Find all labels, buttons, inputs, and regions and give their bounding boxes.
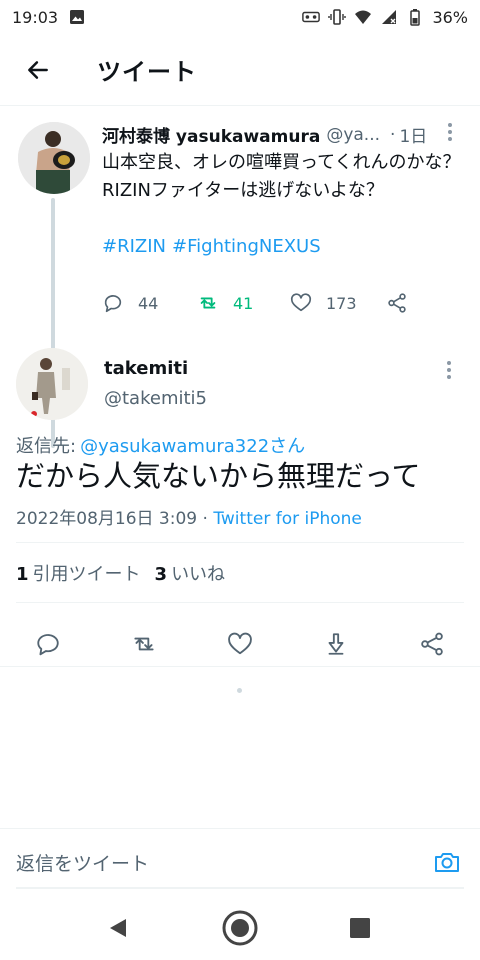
display-name[interactable]: 河村泰博 yasukawamura bbox=[102, 122, 320, 147]
reply-button[interactable] bbox=[34, 630, 62, 658]
like-button[interactable] bbox=[226, 630, 254, 658]
like-count: 3 bbox=[154, 564, 168, 585]
retweet-button[interactable] bbox=[130, 630, 158, 658]
display-name[interactable]: takemiti bbox=[104, 358, 188, 379]
separator-dot: · bbox=[390, 124, 396, 145]
parent-tweet-body: 河村泰博 yasukawamura @ya... · 1日 山本空良、オレの喧嘩… bbox=[102, 122, 462, 261]
tweet-text: だから人気ないから無理だって bbox=[16, 459, 421, 493]
tweet-source[interactable]: Twitter for iPhone bbox=[213, 509, 362, 529]
share-icon bbox=[388, 293, 406, 313]
status-time: 19:03 bbox=[12, 7, 59, 27]
battery-icon bbox=[406, 8, 424, 26]
reply-button[interactable]: 44 bbox=[102, 292, 197, 314]
app-header: ツイート bbox=[0, 34, 480, 106]
more-options-icon[interactable] bbox=[442, 122, 458, 142]
heart-icon bbox=[228, 632, 252, 655]
quote-stat[interactable]: 1 引用ツイート bbox=[16, 560, 141, 586]
signal-icon bbox=[380, 8, 398, 26]
page-title: ツイート bbox=[97, 58, 197, 86]
focused-tweet-actions bbox=[0, 616, 480, 672]
triangle-back-icon bbox=[110, 919, 126, 937]
parent-tweet-header: 河村泰博 yasukawamura @ya... · 1日 bbox=[102, 122, 462, 147]
nav-recents-button[interactable] bbox=[350, 918, 370, 942]
voicemail-icon bbox=[302, 8, 321, 26]
wifi-icon bbox=[354, 8, 372, 26]
tweet-meta: 2022年08月16日 3:09 · Twitter for iPhone bbox=[16, 504, 362, 529]
home-circle-icon bbox=[222, 910, 258, 946]
tweet-timestamp[interactable]: 2022年08月16日 3:09 bbox=[16, 509, 197, 529]
image-notification-icon bbox=[68, 8, 86, 26]
user-handle[interactable]: @takemiti5 bbox=[104, 388, 207, 409]
download-icon bbox=[328, 633, 344, 655]
retweet-icon bbox=[134, 637, 154, 651]
like-label: いいね bbox=[171, 564, 226, 585]
bookmark-download-button[interactable] bbox=[322, 630, 350, 658]
divider bbox=[16, 542, 464, 543]
square-recents-icon bbox=[350, 918, 370, 938]
hashtags: #RIZIN #FightingNEXUS bbox=[102, 233, 462, 261]
like-button[interactable]: 173 bbox=[290, 292, 386, 314]
parent-tweet-actions: 44 41 173 bbox=[102, 292, 412, 314]
heart-icon bbox=[290, 293, 312, 312]
share-button[interactable] bbox=[386, 292, 408, 314]
quote-count: 1 bbox=[16, 564, 29, 585]
tweet-text-line: RIZINファイターは逃げないよな？ bbox=[102, 180, 384, 201]
tweet-stats: 1 引用ツイート 3 いいね bbox=[16, 560, 225, 586]
nav-home-button[interactable] bbox=[221, 909, 259, 951]
share-icon bbox=[421, 632, 443, 656]
nav-back-button[interactable] bbox=[106, 916, 130, 944]
battery-percent: 36% bbox=[432, 7, 468, 27]
tweet-age: 1日 bbox=[399, 127, 428, 147]
replying-to: 返信先: @yasukawamura322さん bbox=[16, 432, 305, 458]
retweet-count: 41 bbox=[233, 293, 254, 313]
reply-icon bbox=[37, 634, 59, 656]
share-button[interactable] bbox=[418, 630, 446, 658]
reply-input[interactable]: 返信をツイート bbox=[16, 849, 149, 876]
replying-label: 返信先: bbox=[16, 436, 77, 457]
tweet-text: 山本空良、オレの喧嘩買ってくれんのかな？ RIZINファイターは逃げないよな？ … bbox=[102, 149, 462, 261]
separator-dot: · bbox=[202, 509, 208, 529]
like-count: 173 bbox=[326, 293, 357, 313]
divider bbox=[16, 602, 464, 603]
parent-tweet[interactable]: 河村泰博 yasukawamura @ya... · 1日 山本空良、オレの喧嘩… bbox=[0, 108, 480, 448]
arrow-left-icon bbox=[28, 60, 48, 79]
tweet-text-line: 山本空良、オレの喧嘩買ってくれんのかな？ bbox=[102, 152, 461, 173]
mention-link[interactable]: @yasukawamura322さん bbox=[80, 436, 305, 457]
avatar[interactable] bbox=[18, 122, 90, 194]
reply-icon bbox=[104, 295, 122, 313]
retweet-button[interactable]: 41 bbox=[197, 292, 290, 314]
camera-button[interactable] bbox=[432, 847, 462, 877]
back-button[interactable] bbox=[22, 54, 54, 86]
divider bbox=[0, 666, 480, 667]
camera-icon bbox=[435, 853, 459, 872]
like-stat[interactable]: 3 いいね bbox=[155, 560, 226, 586]
system-nav-bar bbox=[0, 896, 480, 960]
divider bbox=[16, 887, 464, 889]
more-options-icon[interactable] bbox=[441, 360, 457, 380]
avatar[interactable] bbox=[16, 348, 88, 420]
loading-indicator bbox=[237, 688, 242, 693]
reply-count: 44 bbox=[138, 293, 159, 313]
status-bar: 19:03 36% bbox=[0, 0, 480, 34]
hashtag-link[interactable]: #RIZIN bbox=[102, 236, 166, 257]
hashtag-link[interactable]: #FightingNEXUS bbox=[172, 236, 321, 257]
user-handle[interactable]: @ya... bbox=[326, 125, 380, 145]
vibrate-icon bbox=[328, 8, 347, 26]
reply-composer: 返信をツイート bbox=[0, 828, 480, 890]
retweet-icon bbox=[200, 297, 216, 309]
quote-label: 引用ツイート bbox=[32, 564, 141, 585]
